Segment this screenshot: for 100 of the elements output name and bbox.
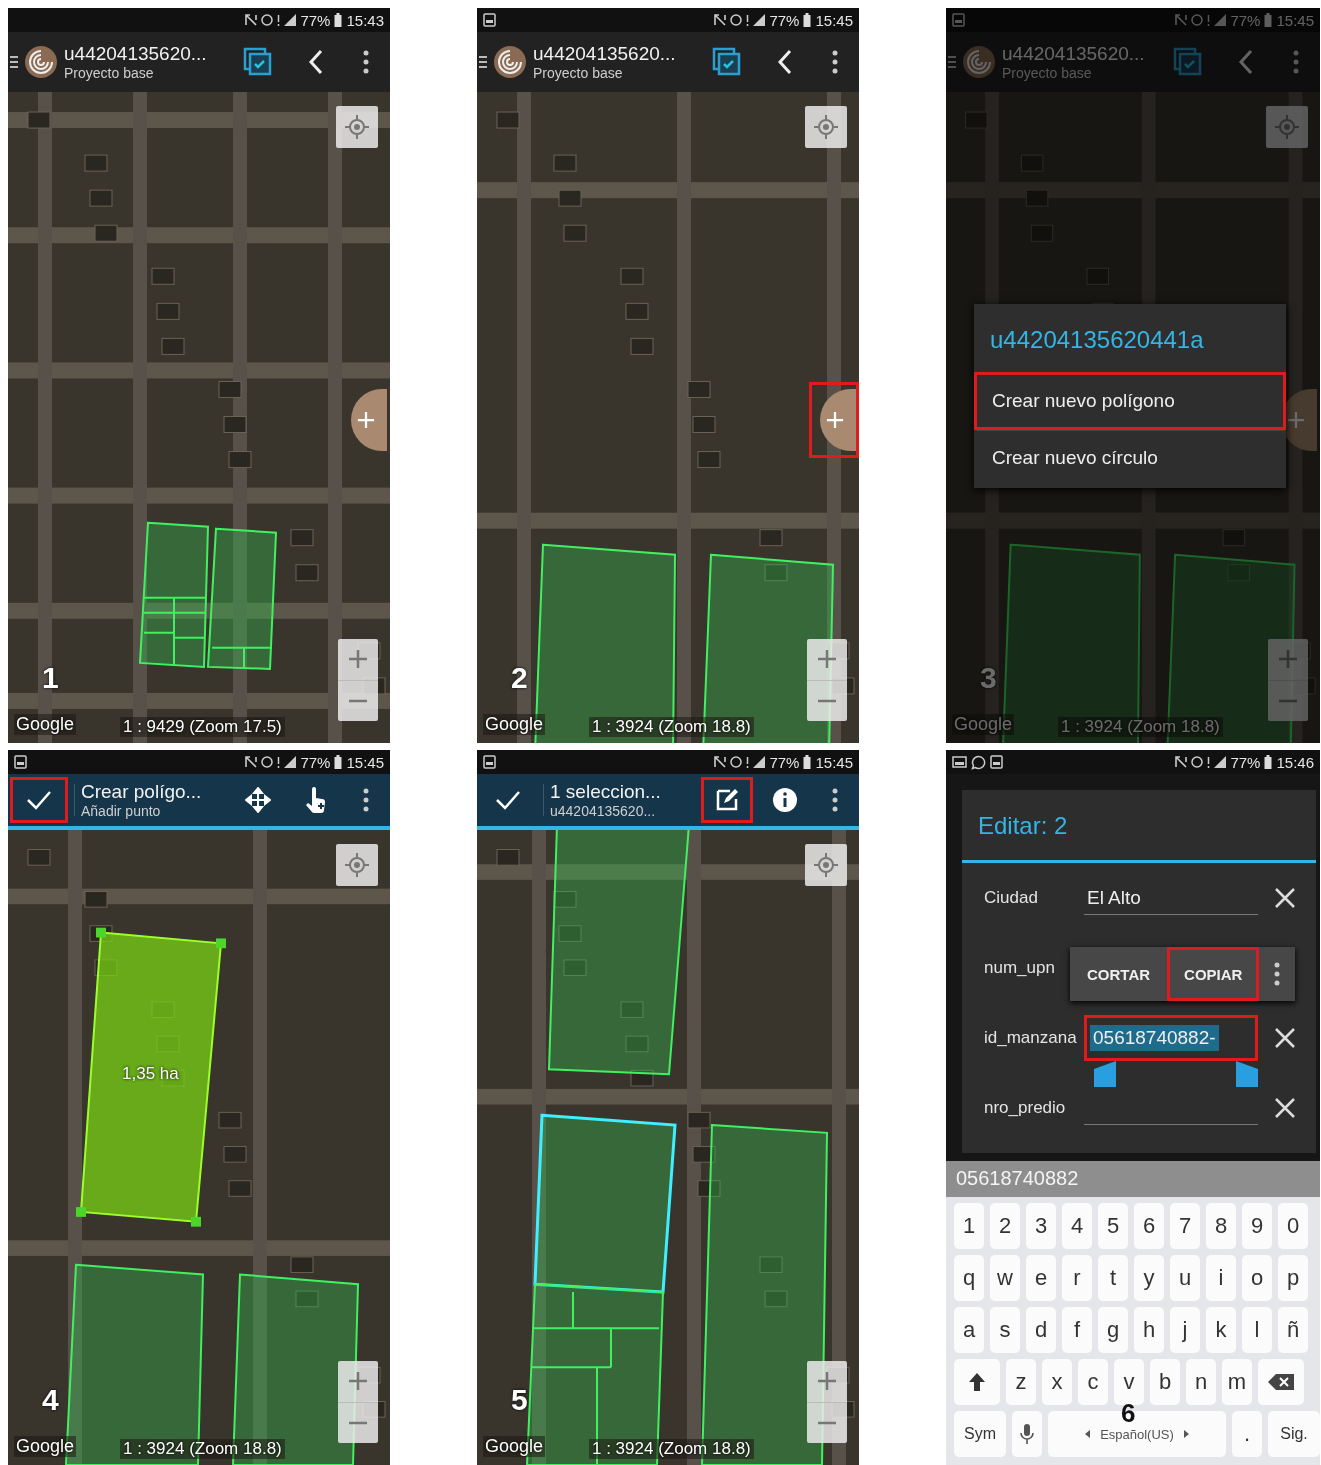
image-icon [952,756,967,768]
more-icon [1274,962,1281,986]
keyboard-key[interactable]: d [1026,1307,1056,1353]
keyboard-key[interactable]: b [1150,1359,1180,1405]
keyboard-key[interactable]: g [1098,1307,1128,1353]
my-location-button[interactable] [336,106,378,148]
keyboard-key[interactable]: u [1170,1255,1200,1301]
keyboard-key[interactable]: 1 [954,1203,984,1249]
battery-percent: 77% [769,753,800,771]
keyboard-key[interactable]: m [1222,1359,1252,1405]
keyboard-key[interactable]: k [1206,1307,1236,1353]
keyboard-key[interactable]: Sym [954,1411,1006,1457]
map-attribution: Google [483,714,546,735]
selection-handle[interactable] [1236,1061,1258,1087]
keyboard-key[interactable]: s [990,1307,1020,1353]
field-label: nro_predio [984,1098,1067,1118]
mute-icon [1175,14,1188,26]
battery-percent: 77% [769,11,800,29]
pointing-hand-icon [304,786,328,814]
my-location-button[interactable] [805,106,847,148]
keyboard-key[interactable]: f [1062,1307,1092,1353]
keyboard-key[interactable]: 9 [1242,1203,1272,1249]
more-icon [363,50,369,74]
keyboard-key[interactable]: q [954,1255,984,1301]
check-icon [495,790,521,810]
context-menu-item[interactable]: CORTAR [1070,947,1168,1001]
keyboard-key[interactable]: 8 [1206,1203,1236,1249]
map-attribution: Google [952,714,1015,735]
mute-icon [1175,756,1188,768]
keyboard-key[interactable]: 6 [1134,1203,1164,1249]
back-icon [308,49,324,75]
signal-icon [284,756,297,768]
plus-icon [348,1371,368,1392]
my-location-icon [814,115,838,139]
backspace-key[interactable] [1258,1359,1304,1405]
more-icon [363,788,369,812]
mute-icon [245,756,258,768]
keyboard-key[interactable]: v [1114,1359,1144,1405]
keyboard-key[interactable]: . [1232,1411,1262,1457]
battery-icon [334,13,343,27]
keyboard-key[interactable]: r [1062,1255,1092,1301]
edit-button[interactable] [701,777,753,823]
input-field[interactable]: El Alto [1084,881,1258,915]
spiral-logo-icon [24,45,58,79]
battery-icon [334,755,343,769]
keyboard-key[interactable]: t [1098,1255,1128,1301]
my-location-button[interactable] [336,844,378,886]
shift-icon [968,1372,986,1392]
toolbar-title: u44204135620... [64,43,208,65]
clock-time: 15:45 [815,753,853,771]
keyboard-key[interactable]: j [1170,1307,1200,1353]
keyboard-key[interactable]: w [990,1255,1020,1301]
area-label: 1,35 ha [122,1064,179,1084]
alarm-icon [730,14,743,26]
back-icon [777,49,793,75]
keyboard-key[interactable]: 5 [1098,1203,1128,1249]
keyboard-key[interactable]: ñ [1278,1307,1308,1353]
keyboard-key[interactable]: p [1278,1255,1308,1301]
microphone-key[interactable] [1012,1411,1042,1457]
menu-item[interactable]: Crear nuevo círculo [974,430,1286,488]
keyboard-key[interactable]: Sig. [1268,1411,1320,1457]
keyboard-key[interactable]: 0 [1278,1203,1308,1249]
clock-time: 15:45 [815,11,853,29]
keyboard-key[interactable]: x [1042,1359,1072,1405]
context-menu-item[interactable]: COPIAR [1167,947,1260,1001]
map-scale: 1 : 9429 (Zoom 17.5) [120,717,285,737]
battery-icon [803,755,812,769]
alarm-icon [261,14,274,26]
confirm-button[interactable] [10,777,68,823]
battery-percent: 77% [300,753,331,771]
shift-key[interactable] [954,1359,1000,1405]
keyboard-key[interactable]: y [1134,1255,1164,1301]
keyboard-key[interactable]: z [1006,1359,1036,1405]
selection-handle[interactable] [1094,1061,1116,1087]
alarm-icon [730,756,743,768]
keyboard-key[interactable]: 4 [1062,1203,1092,1249]
keyboard-key[interactable]: h [1134,1307,1164,1353]
input-field[interactable]: 05618740882- [1084,1015,1258,1061]
keyboard-key[interactable]: n [1186,1359,1216,1405]
microphone-icon [1020,1423,1034,1445]
alarm-icon [1191,14,1204,26]
keyboard-key[interactable]: e [1026,1255,1056,1301]
minus-icon [348,1420,368,1425]
menu-item[interactable]: Crear nuevo polígono [974,372,1286,430]
keyboard-key[interactable]: c [1078,1359,1108,1405]
clock-time: 15:46 [1276,753,1314,771]
keyboard-key[interactable]: a [954,1307,984,1353]
keyboard-key[interactable]: 7 [1170,1203,1200,1249]
minus-icon [1278,698,1298,703]
map-scale: 1 : 3924 (Zoom 18.8) [1058,717,1223,737]
keyboard-key[interactable]: l [1242,1307,1272,1353]
info-icon [772,787,798,813]
keyboard-key[interactable]: o [1242,1255,1272,1301]
keyboard-key[interactable]: i [1206,1255,1236,1301]
toolbar-subtitle: Proyecto base [533,65,624,81]
keyboard-key[interactable]: 2 [990,1203,1020,1249]
my-location-button[interactable] [805,844,847,886]
signal-icon [1214,14,1227,26]
mute-icon [245,14,258,26]
keyboard-key[interactable]: 3 [1026,1203,1056,1249]
